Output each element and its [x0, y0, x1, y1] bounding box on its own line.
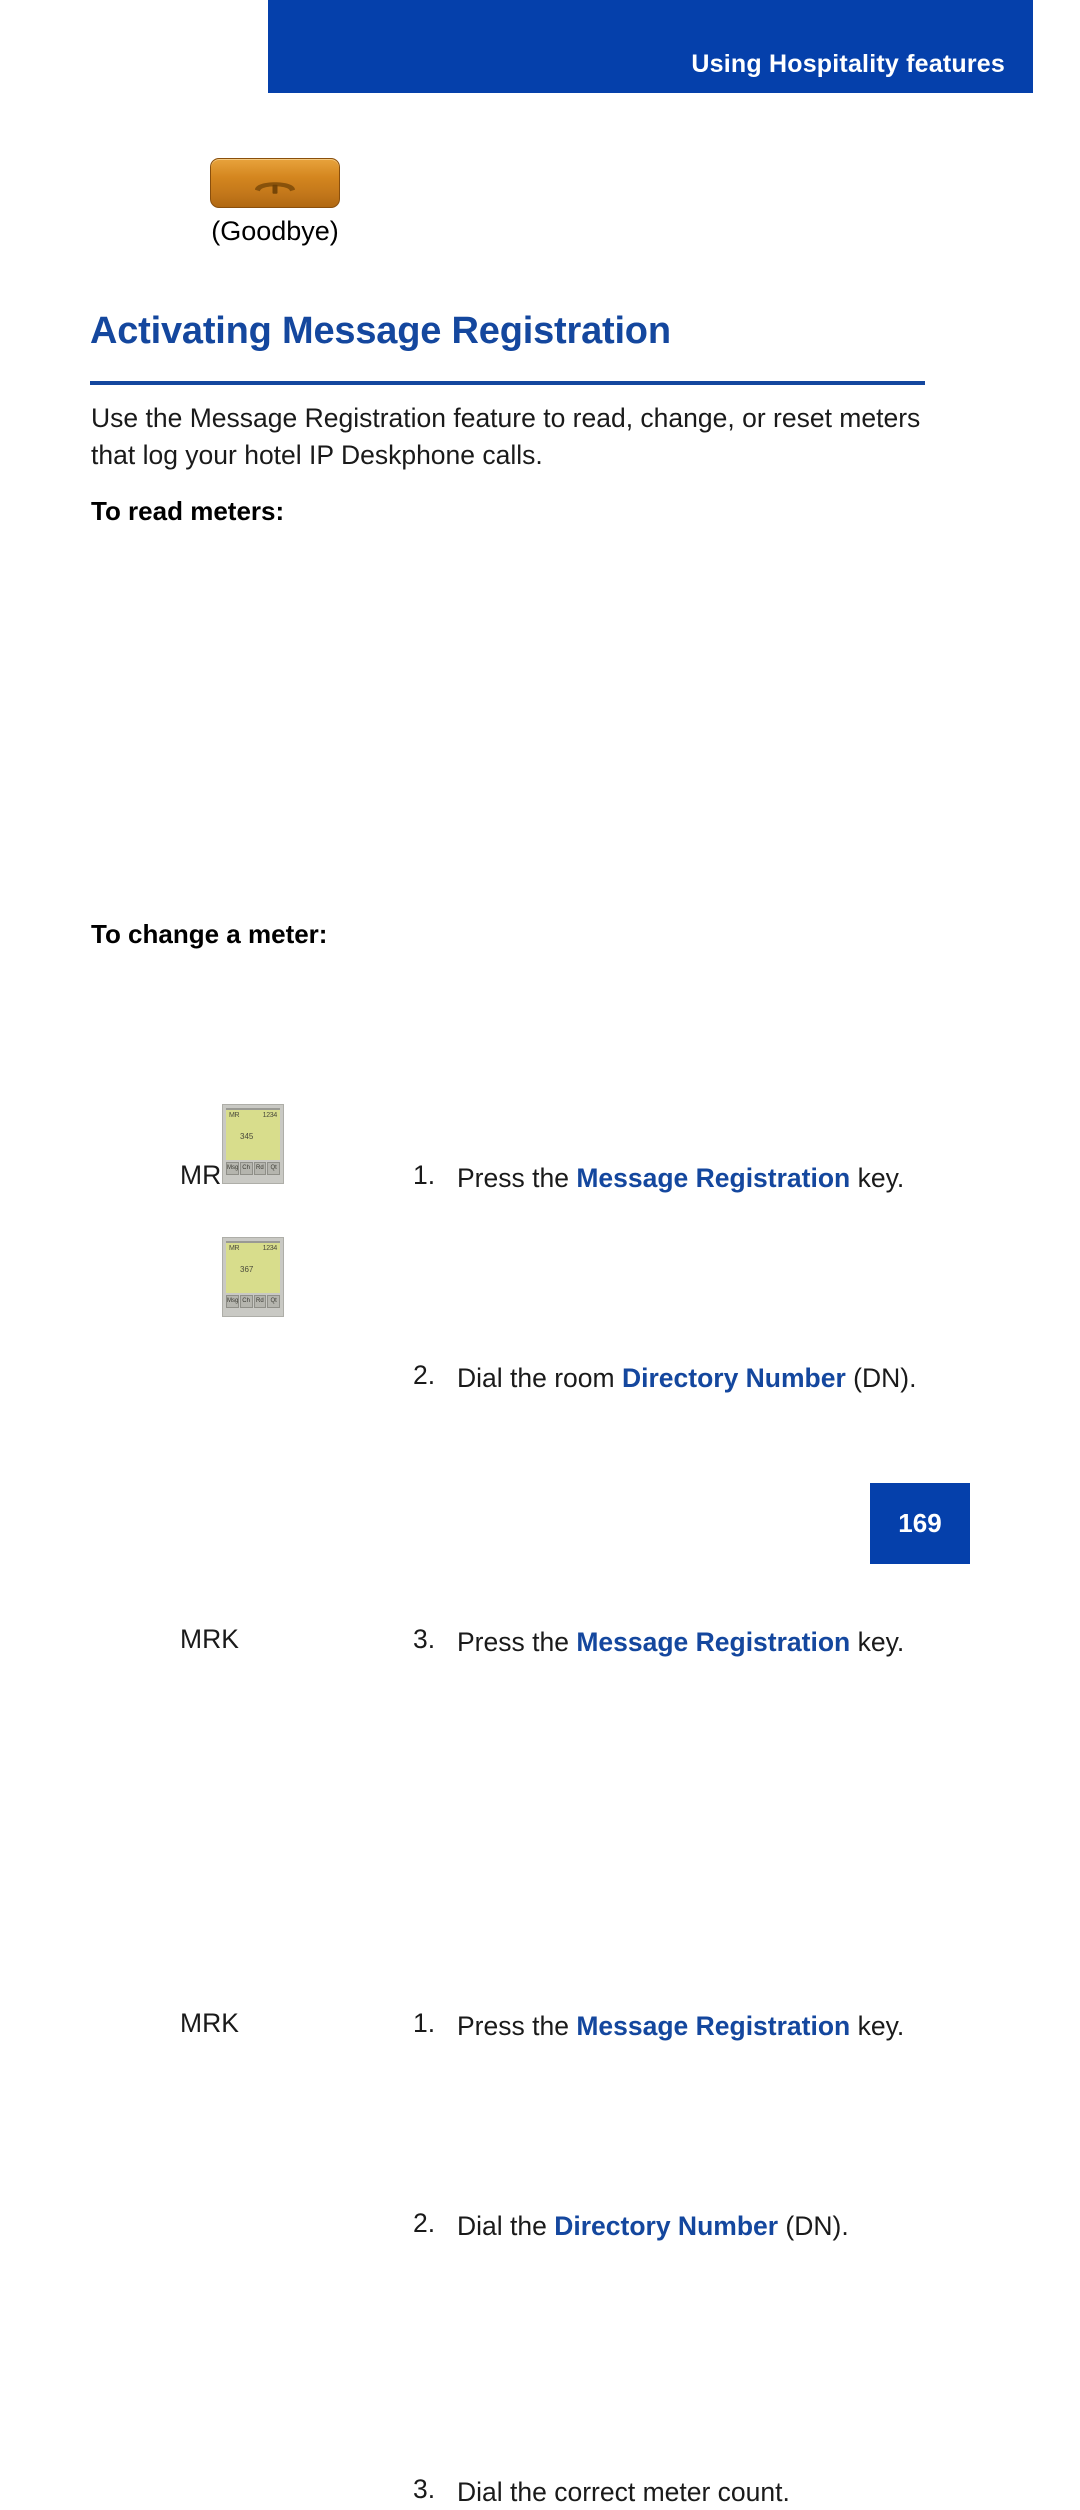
page-header-bar: Using Hospitality features [268, 0, 1033, 93]
step-text-before: Press the [457, 1627, 577, 1657]
lcd-screen: MR 1234 345 [226, 1108, 280, 1160]
step-text: Dial the Directory Number (DN). [457, 2208, 957, 2244]
softkey-row: Msg Ch Rd Qt [226, 1162, 280, 1175]
step-text: Dial the room Directory Number (DN). [457, 1360, 957, 1396]
step-number: 3. [413, 2474, 436, 2504]
lcd-screen: MR 1234 367 [226, 1241, 280, 1293]
page-content: Using Hospitality features (Goodbye) Act… [0, 0, 1080, 2507]
lcd-top-right-text: 1234 [262, 1112, 278, 1119]
section-title-rule [90, 381, 925, 385]
step-text-after: key. [850, 2011, 905, 2041]
step-number: 1. [413, 2008, 436, 2038]
step-text-after: (DN). [778, 2211, 849, 2241]
step-number: 2. [413, 2208, 436, 2238]
step-text-emphasis: Message Registration [576, 2011, 851, 2041]
step-text-before: Dial the [457, 2211, 555, 2241]
goodbye-key-illustration: (Goodbye) [180, 158, 370, 247]
step-text-after: key. [850, 1163, 905, 1193]
lcd-top-left-text: MR [229, 1245, 240, 1252]
step-key-label: MRK [180, 2008, 239, 2038]
page-number: 169 [898, 1508, 942, 1538]
step-text-before: Press the [457, 1163, 577, 1193]
page-header-title: Using Hospitality features [691, 50, 1005, 78]
lcd-top-left-text: MR [229, 1112, 240, 1119]
step-text-emphasis: Directory Number [621, 1363, 846, 1393]
softkey: Qt [267, 1162, 280, 1175]
step-text: Press the Message Registration key. [457, 1624, 957, 1660]
telephone-handset-icon [255, 182, 295, 194]
softkey: Ch [239, 1295, 253, 1308]
step-text-before: Dial the room [457, 1363, 622, 1393]
softkey: Rd [253, 1295, 267, 1308]
lcd-value-text: 345 [240, 1132, 254, 1141]
step-text-after: (DN). [845, 1363, 917, 1393]
lcd-value-text: 367 [240, 1265, 254, 1274]
step-text-emphasis: Directory Number [554, 2211, 779, 2241]
page-number-box: 169 [870, 1483, 970, 1564]
softkey: Msg [226, 1295, 239, 1308]
step-text: Dial the correct meter count. [457, 2474, 957, 2510]
step-text: Press the Message Registration key. [457, 1160, 957, 1196]
softkey: Ch [239, 1162, 253, 1175]
goodbye-key-button [210, 158, 340, 208]
softkey: Rd [253, 1162, 267, 1175]
phone-display-icon: MR 1234 345 Msg Ch Rd Qt [222, 1104, 284, 1184]
intro-paragraph: Use the Message Registration feature to … [91, 403, 921, 470]
lcd-top-right-text: 1234 [262, 1245, 278, 1252]
step-text: Press the Message Registration key. [457, 2008, 957, 2044]
step-text-emphasis: Message Registration [576, 1163, 851, 1193]
step-text-before: Press the [457, 2011, 577, 2041]
step-text-before: Dial the correct meter count. [457, 2477, 790, 2507]
softkey: Qt [267, 1295, 280, 1308]
subheading-to-read-meters: To read meters: [91, 496, 285, 526]
softkey-row: Msg Ch Rd Qt [226, 1295, 280, 1308]
step-key-label: MRK [180, 1624, 239, 1654]
phone-display-icon: MR 1234 367 Msg Ch Rd Qt [222, 1237, 284, 1317]
goodbye-key-caption: (Goodbye) [211, 216, 339, 246]
step-number: 2. [413, 1360, 436, 1390]
step-number: 3. [413, 1624, 436, 1654]
section-title: Activating Message Registration [90, 310, 671, 352]
softkey: Msg [226, 1162, 239, 1175]
step-number: 1. [413, 1160, 436, 1190]
subheading-to-change-a-meter: To change a meter: [91, 919, 328, 949]
step-text-after: key. [850, 1627, 905, 1657]
step-text-emphasis: Message Registration [576, 1627, 851, 1657]
